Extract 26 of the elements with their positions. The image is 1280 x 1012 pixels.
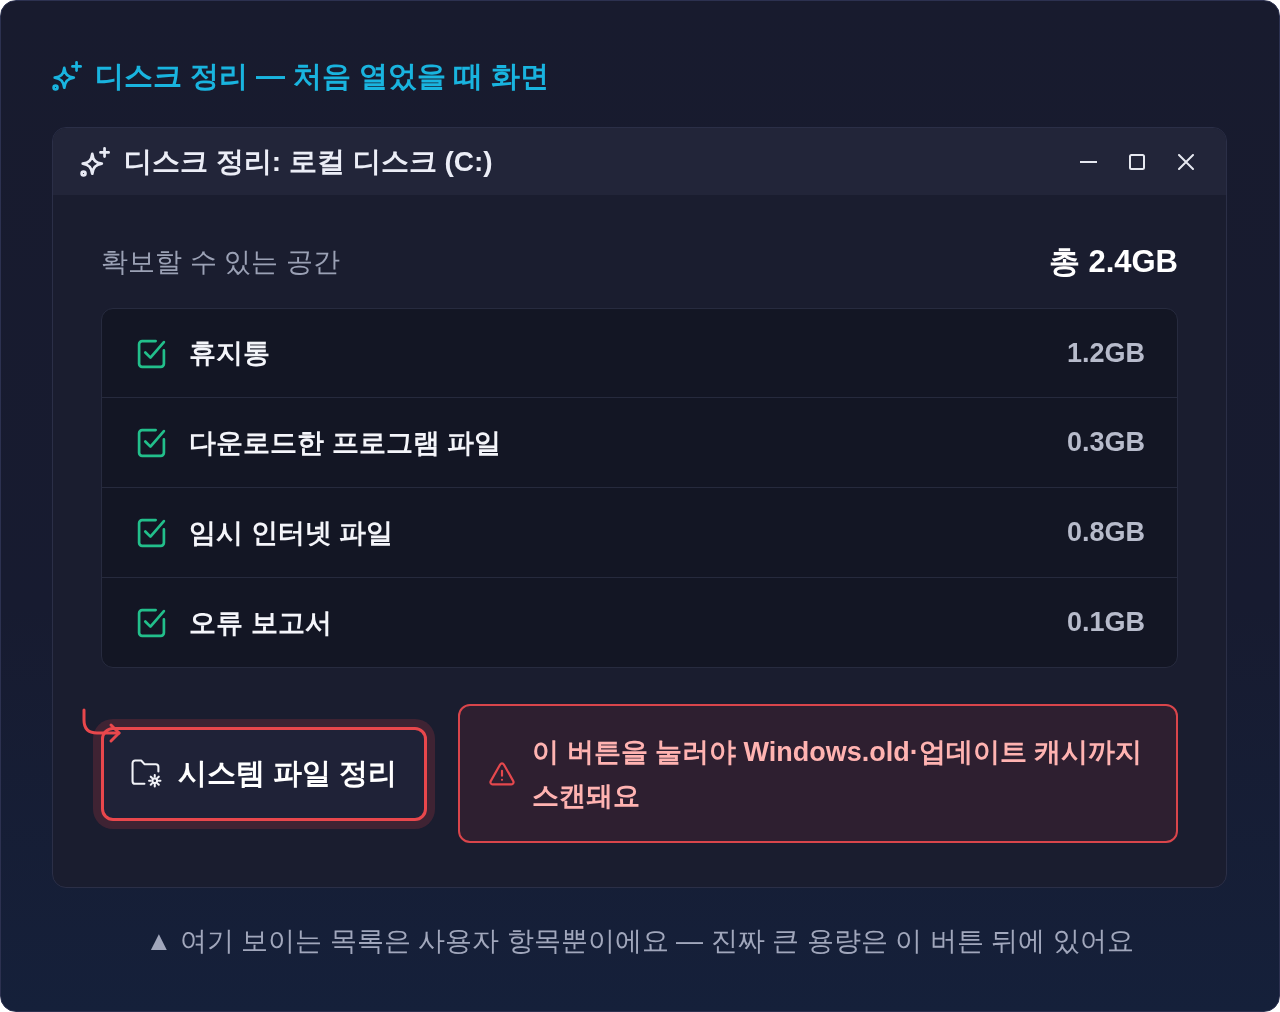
footnote-text: ▲ 여기 보이는 목록은 사용자 항목뿐이에요 — 진짜 큰 용량은 이 버튼 뒤에 있어요 [144,925,1135,958]
minimize-icon [1079,160,1097,163]
item-size: 1.2GB [1066,337,1145,369]
space-label: 확보할 수 있는 공간 [101,246,340,279]
item-label: 휴지통 [189,337,270,370]
warning-text: 이 버튼을 눌러야 Windows.old·업데이트 캐시까지 스캔돼요 [532,735,1144,813]
checkbox[interactable] [136,517,167,548]
item-size: 0.3GB [1066,427,1145,458]
folder-gear-icon [130,759,162,788]
item-label: 다운로드한 프로그램 파일 [189,426,501,460]
maximize-icon [1129,153,1145,170]
warning-icon [489,761,515,786]
window-title: 디스크 정리: 로컬 디스크 (C:) [124,144,493,179]
sparkle-icon [52,61,82,91]
item-label: 임시 인터넷 파일 [189,516,393,550]
total-size: 총 2.4GB [1048,243,1178,281]
item-label: 오류 보고서 [189,606,332,640]
page-heading: 디스크 정리 — 처음 열었을 때 화면 [95,59,550,94]
system-files-button[interactable]: 시스템 파일 정리 [101,726,427,821]
checkbox[interactable] [136,337,167,369]
checkbox[interactable] [136,607,167,638]
checkbox[interactable] [136,427,167,458]
item-size: 0.1GB [1066,607,1145,638]
item-size: 0.8GB [1066,517,1145,548]
sparkle-icon [80,146,110,177]
close-icon [1178,153,1194,170]
